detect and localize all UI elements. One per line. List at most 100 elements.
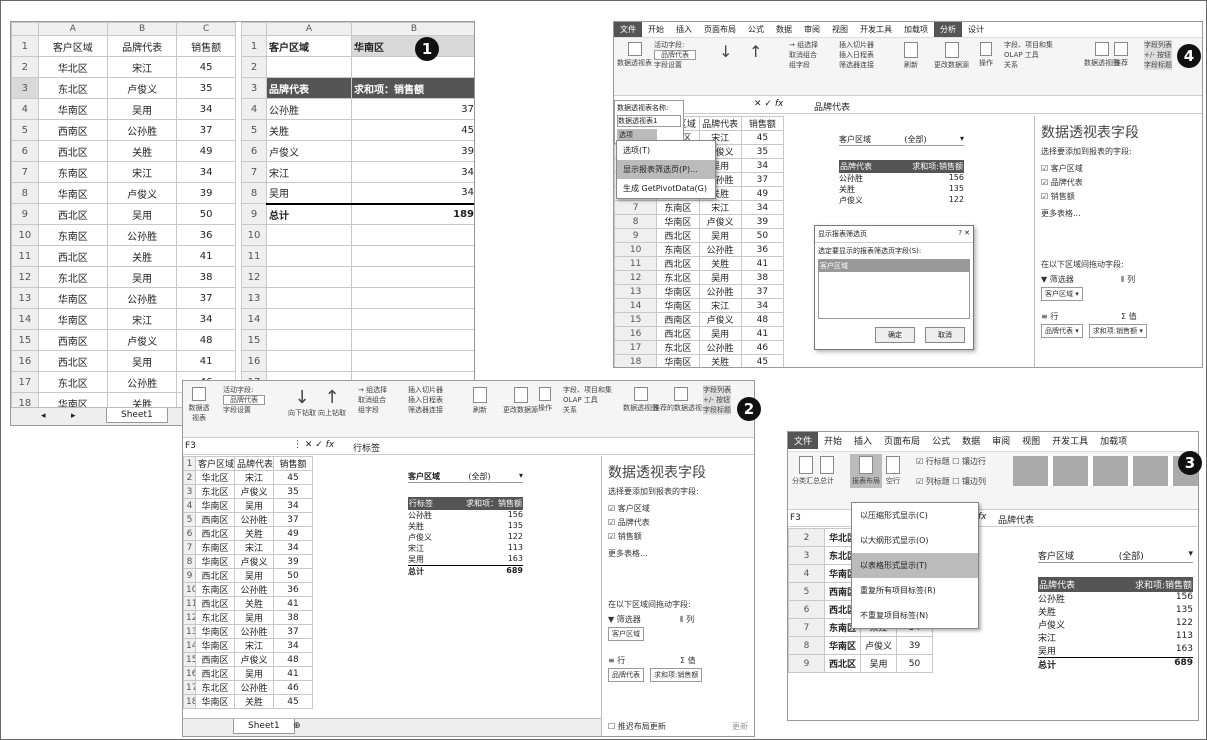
ribbon-tab[interactable]: 分析 [934, 22, 962, 37]
ribbon-tab[interactable]: 开发工具 [1046, 432, 1094, 449]
ok-button[interactable]: 确定 [875, 327, 915, 343]
table-cell[interactable]: 西北区 [195, 568, 235, 583]
row-header[interactable]: 4 [11, 98, 39, 120]
table-cell[interactable]: 45 [273, 470, 313, 485]
table-cell[interactable]: 公孙胜 [234, 512, 274, 527]
row-header[interactable]: 3 [11, 77, 39, 99]
table-cell[interactable] [351, 266, 474, 288]
table-cell[interactable]: 卢俊义 [106, 182, 178, 204]
filter-area-item[interactable]: 客户区域 [608, 627, 644, 641]
table-cell[interactable]: 41 [273, 596, 313, 611]
table-cell[interactable]: 公孙胜 [266, 98, 352, 120]
table-cell[interactable]: 关胜 [234, 526, 274, 541]
table-cell[interactable]: 销售额 [740, 116, 785, 131]
table-cell[interactable]: 45 [740, 130, 785, 145]
table-cell[interactable]: 38 [740, 270, 785, 285]
table-cell[interactable]: 西北区 [37, 140, 108, 162]
pivot-row[interactable]: 卢俊义 122 [1038, 618, 1193, 631]
table-cell[interactable]: 东北区 [195, 484, 235, 499]
table-cell[interactable]: 华南区 [195, 694, 235, 709]
table-cell[interactable] [266, 350, 352, 372]
table-cell[interactable]: 37 [176, 119, 236, 141]
pivot-row[interactable]: 关胜 135 [839, 184, 964, 195]
table-cell[interactable]: 卢俊义 [106, 77, 178, 99]
pivot-row[interactable]: 关胜 135 [1038, 605, 1193, 618]
table-cell[interactable]: 41 [740, 256, 785, 271]
table-cell[interactable]: 37 [351, 98, 474, 120]
table-cell[interactable]: 东北区 [37, 266, 108, 288]
scroll-left-icon[interactable]: ◂ [41, 411, 46, 421]
table-cell[interactable]: 卢俊义 [698, 312, 742, 327]
table-cell[interactable]: 销售额 [273, 456, 313, 471]
row-header[interactable]: 9 [11, 203, 39, 225]
table-cell[interactable]: 华南区 [656, 284, 700, 299]
table-cell[interactable]: 卢俊义 [234, 554, 274, 569]
pivot-row[interactable]: 吴用 163 [1038, 644, 1193, 657]
table-cell[interactable]: 吴用 [234, 498, 274, 513]
cancel-button[interactable]: 取消 [925, 327, 965, 343]
table-cell[interactable]: 50 [273, 568, 313, 583]
table-cell[interactable]: 吴用 [266, 182, 352, 204]
table-cell[interactable]: 品牌代表 [266, 77, 352, 99]
table-cell[interactable]: 卢俊义 [266, 140, 352, 162]
menu-item[interactable]: 以压缩形式显示(C) [852, 503, 978, 528]
table-cell[interactable] [266, 308, 352, 330]
ribbon-tab[interactable]: 视图 [1016, 432, 1046, 449]
table-cell[interactable]: 吴用 [698, 270, 742, 285]
row-header[interactable]: 12 [11, 266, 39, 288]
subtotal-button[interactable]: 分类汇总 [792, 456, 820, 486]
table-cell[interactable]: 东北区 [195, 610, 235, 625]
table-cell[interactable]: 41 [740, 326, 785, 341]
table-cell[interactable]: 西北区 [37, 203, 108, 225]
table-cell[interactable]: 西南区 [37, 119, 108, 141]
table-cell[interactable]: 39 [273, 554, 313, 569]
table-cell[interactable]: 48 [740, 312, 785, 327]
pivot-row[interactable]: 宋江 113 [1038, 631, 1193, 644]
ribbon-tab[interactable]: 文件 [614, 22, 642, 37]
table-cell[interactable]: 客户区域 [37, 35, 108, 57]
ribbon-tab[interactable]: 设计 [962, 22, 990, 37]
column-header[interactable]: B [351, 22, 474, 36]
column-header[interactable]: B [106, 22, 178, 36]
table-cell[interactable]: 东北区 [656, 270, 700, 285]
table-cell[interactable]: 45 [740, 354, 785, 367]
pivot-row[interactable]: 公孙胜 156 [839, 173, 964, 184]
blank-rows-button[interactable]: 空行 [886, 456, 900, 486]
table-cell[interactable]: 品牌代表 [234, 456, 274, 471]
table-cell[interactable]: 西北区 [195, 526, 235, 541]
table-cell[interactable]: 西北区 [824, 654, 861, 673]
pivot-name-input[interactable]: 数据透视表1 [617, 115, 681, 127]
table-cell[interactable]: 关胜 [234, 694, 274, 709]
table-cell[interactable]: 34 [740, 298, 785, 313]
table-cell[interactable]: 49 [273, 526, 313, 541]
menu-item[interactable]: 选项(T) [617, 141, 715, 160]
table-cell[interactable]: 华南区 [351, 35, 474, 57]
table-cell[interactable]: 宋江 [106, 161, 178, 183]
row-header[interactable]: 13 [11, 287, 39, 309]
table-cell[interactable]: 华南区 [656, 214, 700, 229]
table-cell[interactable]: 客户区域 [195, 456, 235, 471]
table-cell[interactable]: 34 [273, 540, 313, 555]
table-cell[interactable]: 吴用 [234, 666, 274, 681]
ribbon-tab[interactable]: 插入 [670, 22, 698, 37]
table-cell[interactable]: 华南区 [195, 554, 235, 569]
table-cell[interactable]: 38 [176, 266, 236, 288]
row-header[interactable]: 1 [11, 35, 39, 57]
pivot-row[interactable]: 吴用 163 [408, 554, 523, 565]
table-cell[interactable]: 34 [740, 158, 785, 173]
table-cell[interactable]: 50 [176, 203, 236, 225]
ribbon-tab[interactable]: 加载项 [1094, 432, 1133, 449]
table-cell[interactable]: 华北区 [37, 56, 108, 78]
table-cell[interactable]: 公孙胜 [106, 119, 178, 141]
row-header[interactable]: 15 [11, 329, 39, 351]
table-cell[interactable] [351, 224, 474, 246]
ribbon-tab[interactable]: 开始 [642, 22, 670, 37]
drill-up-icon[interactable]: ↑ 向上钻取 [318, 387, 346, 418]
column-header[interactable]: A [37, 22, 108, 36]
ribbon-tab[interactable]: 公式 [742, 22, 770, 37]
table-cell[interactable]: 34 [176, 161, 236, 183]
ribbon-tab[interactable]: 数据 [956, 432, 986, 449]
table-cell[interactable]: 东北区 [37, 77, 108, 99]
table-cell[interactable]: 西北区 [37, 245, 108, 267]
table-cell[interactable]: 宋江 [106, 56, 178, 78]
